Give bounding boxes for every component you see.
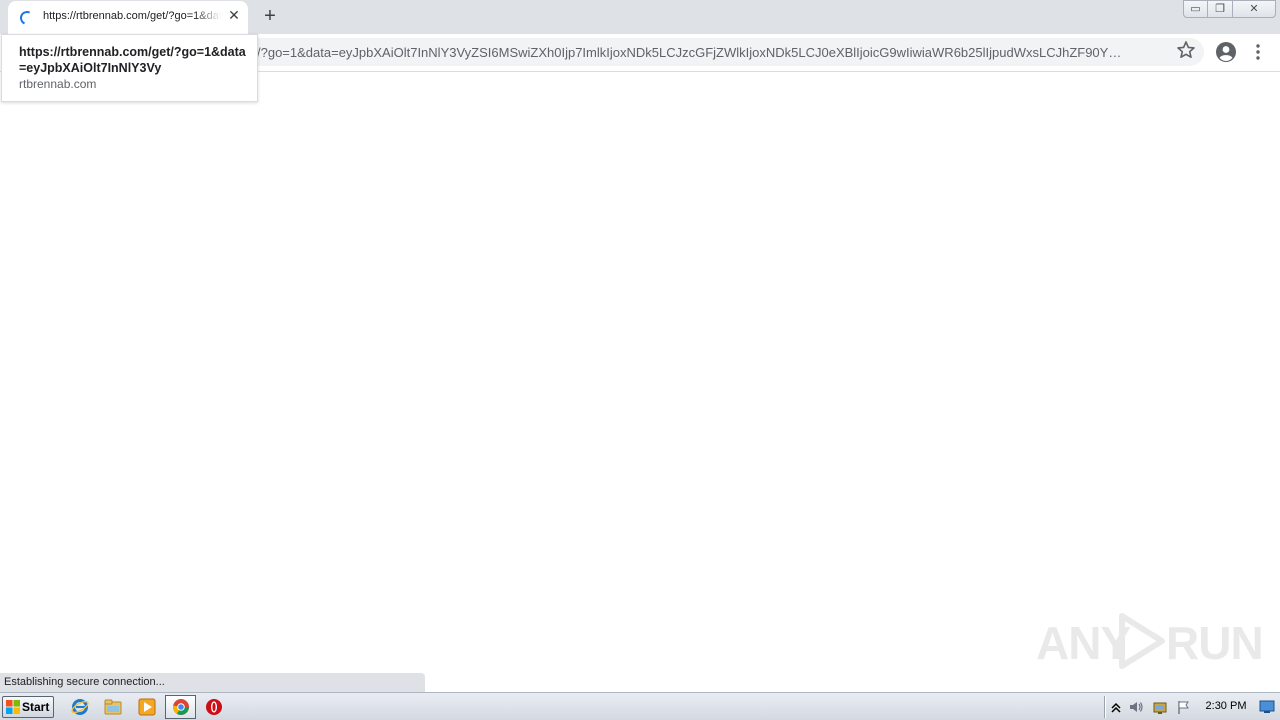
loading-spinner-icon bbox=[18, 9, 36, 27]
minimize-button[interactable]: ▭ bbox=[1183, 0, 1208, 18]
account-icon[interactable] bbox=[1215, 41, 1237, 63]
status-bubble: Establishing secure connection... bbox=[0, 673, 425, 692]
tab-strip: https://rtbrennab.com/get/?go=1&data=eyJ… bbox=[0, 0, 1280, 34]
minimize-icon: ▭ bbox=[1190, 3, 1201, 15]
internet-explorer-icon[interactable] bbox=[71, 698, 89, 716]
maximize-icon: ❐ bbox=[1215, 3, 1225, 15]
start-button[interactable]: Start bbox=[2, 696, 54, 718]
tray-separator bbox=[1104, 696, 1106, 718]
watermark-text-right: RUN bbox=[1166, 617, 1264, 669]
page-content bbox=[0, 72, 1280, 673]
close-window-button[interactable]: ✕ bbox=[1232, 0, 1276, 18]
taskbar-chrome-button[interactable] bbox=[165, 695, 196, 719]
close-icon: ✕ bbox=[1249, 3, 1259, 15]
file-explorer-icon[interactable] bbox=[104, 698, 122, 716]
status-text: Establishing secure connection... bbox=[4, 676, 165, 688]
new-tab-button[interactable]: + bbox=[260, 6, 280, 26]
tab-close-icon[interactable]: ✕ bbox=[226, 7, 242, 23]
chrome-icon bbox=[172, 699, 189, 715]
address-bar[interactable]: /?go=1&data=eyJpbXAiOlt7InNlY3VyZSI6MSwi… bbox=[100, 38, 1204, 66]
taskbar-clock[interactable]: 2:30 PM bbox=[1200, 700, 1252, 712]
start-label: Start bbox=[22, 700, 50, 714]
windows-logo-icon bbox=[6, 700, 20, 714]
play-icon bbox=[1119, 613, 1165, 669]
browser-tab[interactable]: https://rtbrennab.com/get/?go=1&data=eyJ… bbox=[8, 1, 248, 34]
network-icon[interactable] bbox=[1152, 699, 1168, 715]
kebab-menu-icon[interactable] bbox=[1250, 42, 1266, 62]
media-player-icon[interactable] bbox=[138, 698, 156, 716]
show-desktop-icon[interactable] bbox=[1259, 700, 1275, 714]
bookmark-star-icon[interactable] bbox=[1176, 40, 1196, 60]
action-center-flag-icon[interactable] bbox=[1176, 699, 1192, 715]
volume-icon[interactable] bbox=[1128, 699, 1144, 715]
opera-icon[interactable] bbox=[205, 698, 223, 716]
tab-title: https://rtbrennab.com/get/?go=1&data=eyJ… bbox=[43, 10, 221, 22]
show-hidden-icons-icon[interactable] bbox=[1108, 699, 1124, 715]
address-bar-url[interactable]: /?go=1&data=eyJpbXAiOlt7InNlY3VyZSI6MSwi… bbox=[257, 45, 1167, 60]
maximize-button[interactable]: ❐ bbox=[1207, 0, 1233, 18]
anyrun-watermark: ANY RUN bbox=[1036, 608, 1264, 672]
